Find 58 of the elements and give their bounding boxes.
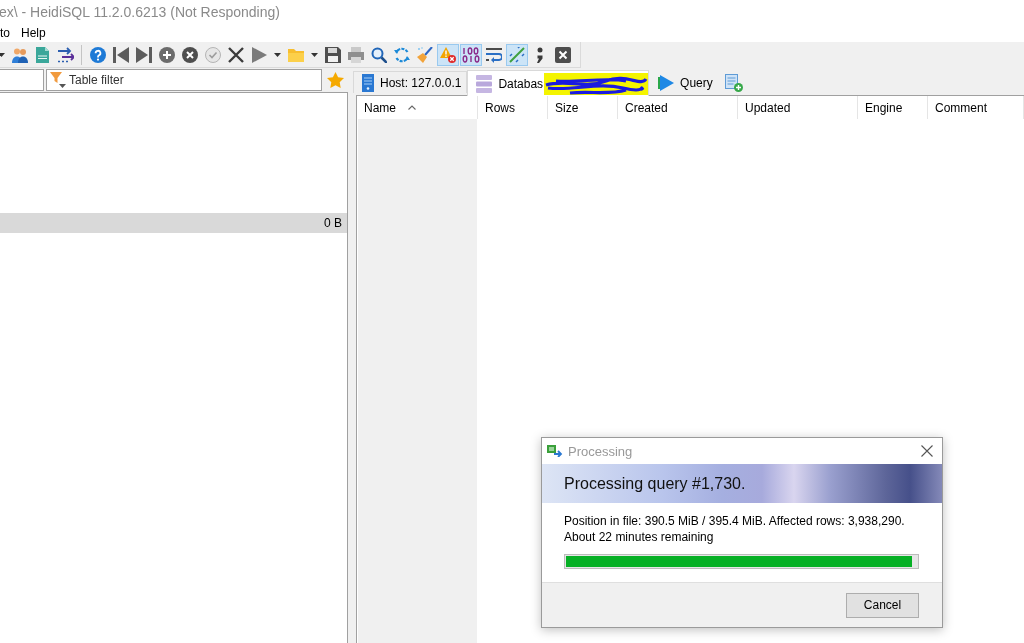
input-field[interactable]	[0, 69, 44, 91]
server-icon	[362, 73, 374, 92]
column-header[interactable]: Size	[548, 96, 618, 119]
remaining-text: About 22 minutes remaining	[564, 529, 715, 545]
plus-circle-icon	[158, 46, 175, 63]
window-title: ex\ - HeidiSQL 11.2.0.6213 (Not Responding)	[0, 4, 280, 20]
tree-row[interactable]: 0 B	[0, 213, 347, 233]
users-icon	[11, 46, 28, 63]
close-icon[interactable]	[921, 445, 933, 457]
x-circle-icon	[181, 46, 198, 63]
toggle-button[interactable]	[505, 43, 528, 66]
check-circle-icon	[204, 46, 221, 63]
column-header[interactable]: Updated	[738, 96, 858, 119]
link-icon	[508, 46, 525, 63]
caret-icon	[0, 52, 5, 57]
column-header[interactable]: Rows	[478, 96, 548, 119]
column-header[interactable]: Engine	[858, 96, 928, 119]
dialog-title: Processing	[568, 443, 633, 459]
save-icon	[324, 46, 341, 63]
wrap-icon	[485, 46, 502, 63]
refresh-icon	[393, 46, 410, 63]
binary-icon	[461, 46, 480, 63]
table-filter-field[interactable]: Table filter	[46, 69, 322, 91]
caret-icon	[273, 52, 281, 57]
menu-item[interactable]: to	[0, 24, 14, 42]
database-icon	[476, 74, 493, 93]
skip-forward-icon	[135, 46, 152, 63]
close-box-icon	[554, 46, 571, 63]
size-text: 0 B	[324, 216, 342, 230]
warning-icon	[439, 46, 456, 63]
skip-back-icon	[112, 46, 129, 63]
cancel-button[interactable]: Cancel	[846, 592, 919, 618]
close-icon	[227, 46, 244, 63]
tab[interactable]: Host: 127.0.0.1	[353, 71, 468, 93]
column-header[interactable]: Created	[618, 96, 738, 119]
folder-icon	[287, 47, 304, 62]
status-text: Position in file: 390.5 MiB / 395.4 MiB. Affected rows: 3,938,290.	[564, 513, 906, 529]
filter-icon	[50, 72, 66, 88]
sort-up-icon	[408, 105, 416, 110]
printer-icon	[347, 46, 364, 63]
star-icon[interactable]	[327, 72, 344, 88]
column-header[interactable]: Comment	[928, 96, 1024, 119]
toggle-button[interactable]	[459, 43, 482, 66]
sheet-plus-icon[interactable]	[724, 74, 743, 92]
dialog-heading: Processing query #1,730.	[564, 474, 746, 493]
document-icon	[36, 46, 49, 63]
play-icon	[250, 46, 267, 63]
toggle-button[interactable]	[436, 43, 459, 66]
tab[interactable]: Databas	[467, 70, 650, 96]
play-icon	[658, 74, 675, 91]
help-icon	[89, 46, 106, 63]
window-arrow-icon	[547, 445, 563, 457]
broom-icon	[416, 46, 433, 63]
menu-item[interactable]: Help	[17, 24, 50, 42]
semicolon-icon	[535, 46, 544, 63]
arrows-icon	[57, 46, 74, 63]
search-icon	[370, 46, 387, 63]
caret-icon	[310, 52, 318, 57]
